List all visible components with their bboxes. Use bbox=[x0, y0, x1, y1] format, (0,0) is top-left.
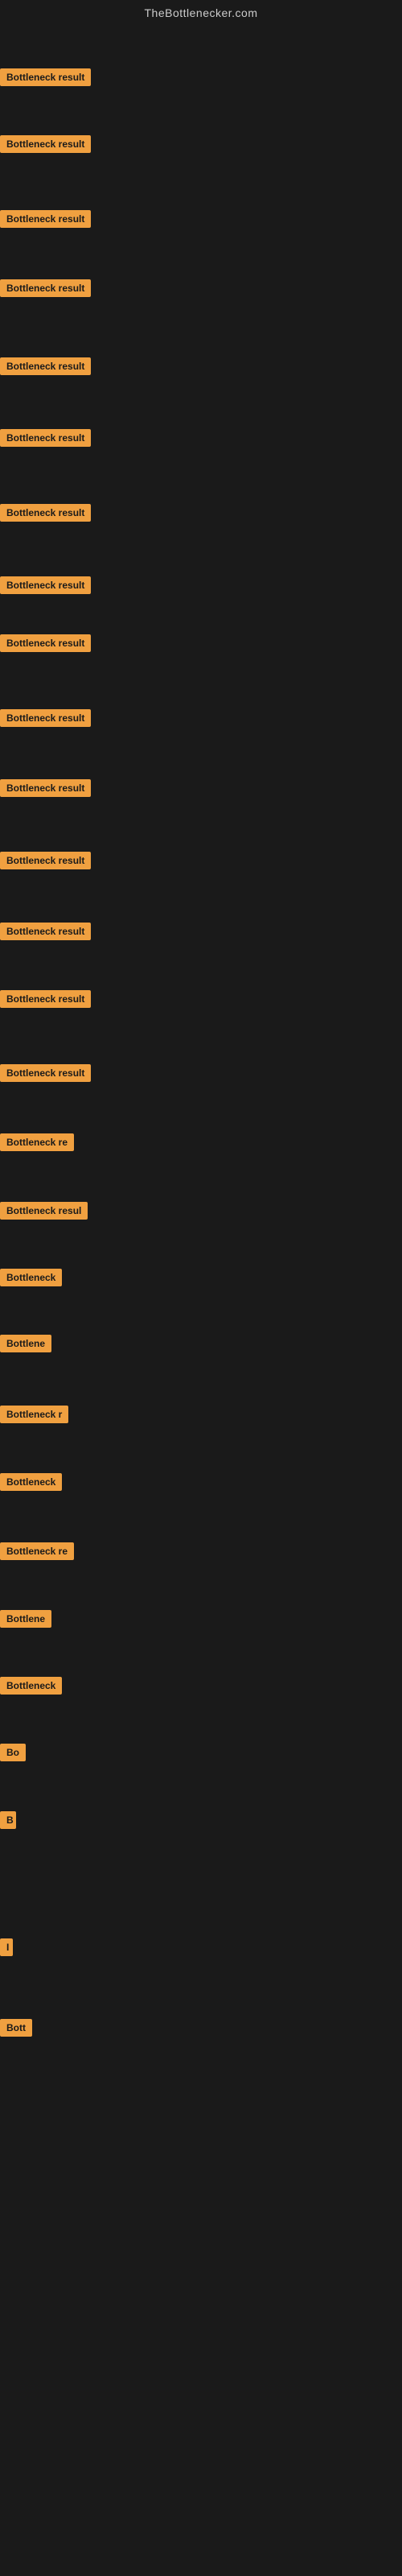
bottleneck-item: Bo bbox=[0, 1744, 26, 1765]
bottleneck-badge[interactable]: Bottleneck bbox=[0, 1269, 62, 1286]
bottleneck-badge[interactable]: I bbox=[0, 1938, 13, 1956]
bottleneck-badge[interactable]: Bott bbox=[0, 2019, 32, 2037]
bottleneck-item: Bottleneck result bbox=[0, 709, 91, 731]
bottleneck-item: Bottleneck result bbox=[0, 68, 91, 90]
bottleneck-badge[interactable]: Bottleneck re bbox=[0, 1542, 74, 1560]
bottleneck-badge[interactable]: Bottleneck result bbox=[0, 990, 91, 1008]
bottleneck-badge[interactable]: Bottleneck result bbox=[0, 709, 91, 727]
bottleneck-item: Bottleneck result bbox=[0, 279, 91, 301]
bottleneck-badge[interactable]: Bottleneck result bbox=[0, 1064, 91, 1082]
bottleneck-badge[interactable]: Bottleneck result bbox=[0, 429, 91, 447]
bottleneck-item: Bottleneck result bbox=[0, 634, 91, 656]
bottleneck-item: Bottleneck result bbox=[0, 779, 91, 801]
bottleneck-item: Bottleneck result bbox=[0, 852, 91, 873]
bottleneck-badge[interactable]: Bottleneck bbox=[0, 1473, 62, 1491]
bottleneck-badge[interactable]: B bbox=[0, 1811, 16, 1829]
bottleneck-badge[interactable]: Bottleneck re bbox=[0, 1133, 74, 1151]
bottleneck-badge[interactable]: Bottlene bbox=[0, 1335, 51, 1352]
bottleneck-item: Bottleneck result bbox=[0, 210, 91, 232]
bottleneck-badge[interactable]: Bottleneck result bbox=[0, 923, 91, 940]
bottleneck-badge[interactable]: Bottleneck result bbox=[0, 504, 91, 522]
bottleneck-item: Bottleneck bbox=[0, 1269, 62, 1290]
bottleneck-item: Bottleneck resul bbox=[0, 1202, 88, 1224]
bottleneck-badge[interactable]: Bottleneck result bbox=[0, 852, 91, 869]
bottleneck-badge[interactable]: Bottleneck result bbox=[0, 634, 91, 652]
bottleneck-item: Bottleneck result bbox=[0, 990, 91, 1012]
bottleneck-item: Bottleneck bbox=[0, 1473, 62, 1495]
bottleneck-item: Bottleneck result bbox=[0, 504, 91, 526]
bottleneck-badge[interactable]: Bottleneck r bbox=[0, 1406, 68, 1423]
bottleneck-item: B bbox=[0, 1811, 16, 1833]
bottleneck-item: Bottleneck re bbox=[0, 1542, 74, 1564]
bottleneck-item: Bott bbox=[0, 2019, 32, 2041]
bottleneck-item: Bottleneck result bbox=[0, 923, 91, 944]
bottleneck-badge[interactable]: Bottleneck result bbox=[0, 779, 91, 797]
bottleneck-item: Bottleneck result bbox=[0, 429, 91, 451]
bottleneck-item: Bottlene bbox=[0, 1335, 51, 1356]
bottleneck-item: Bottleneck result bbox=[0, 357, 91, 379]
site-title: TheBottlenecker.com bbox=[0, 0, 402, 23]
bottleneck-badge[interactable]: Bottleneck result bbox=[0, 68, 91, 86]
bottleneck-item: Bottleneck result bbox=[0, 135, 91, 157]
bottleneck-item: Bottleneck bbox=[0, 1677, 62, 1699]
bottleneck-badge[interactable]: Bottleneck resul bbox=[0, 1202, 88, 1220]
bottleneck-badge[interactable]: Bo bbox=[0, 1744, 26, 1761]
bottleneck-badge[interactable]: Bottleneck result bbox=[0, 279, 91, 297]
bottleneck-item: Bottleneck re bbox=[0, 1133, 74, 1155]
bottleneck-badge[interactable]: Bottlene bbox=[0, 1610, 51, 1628]
bottleneck-badge[interactable]: Bottleneck bbox=[0, 1677, 62, 1695]
bottleneck-item: Bottleneck result bbox=[0, 1064, 91, 1086]
bottleneck-badge[interactable]: Bottleneck result bbox=[0, 135, 91, 153]
bottleneck-badge[interactable]: Bottleneck result bbox=[0, 210, 91, 228]
bottleneck-badge[interactable]: Bottleneck result bbox=[0, 576, 91, 594]
bottleneck-item: Bottleneck r bbox=[0, 1406, 68, 1427]
bottleneck-badge[interactable]: Bottleneck result bbox=[0, 357, 91, 375]
bottleneck-item: Bottlene bbox=[0, 1610, 51, 1632]
bottleneck-item: Bottleneck result bbox=[0, 576, 91, 598]
bottleneck-item: I bbox=[0, 1938, 13, 1960]
